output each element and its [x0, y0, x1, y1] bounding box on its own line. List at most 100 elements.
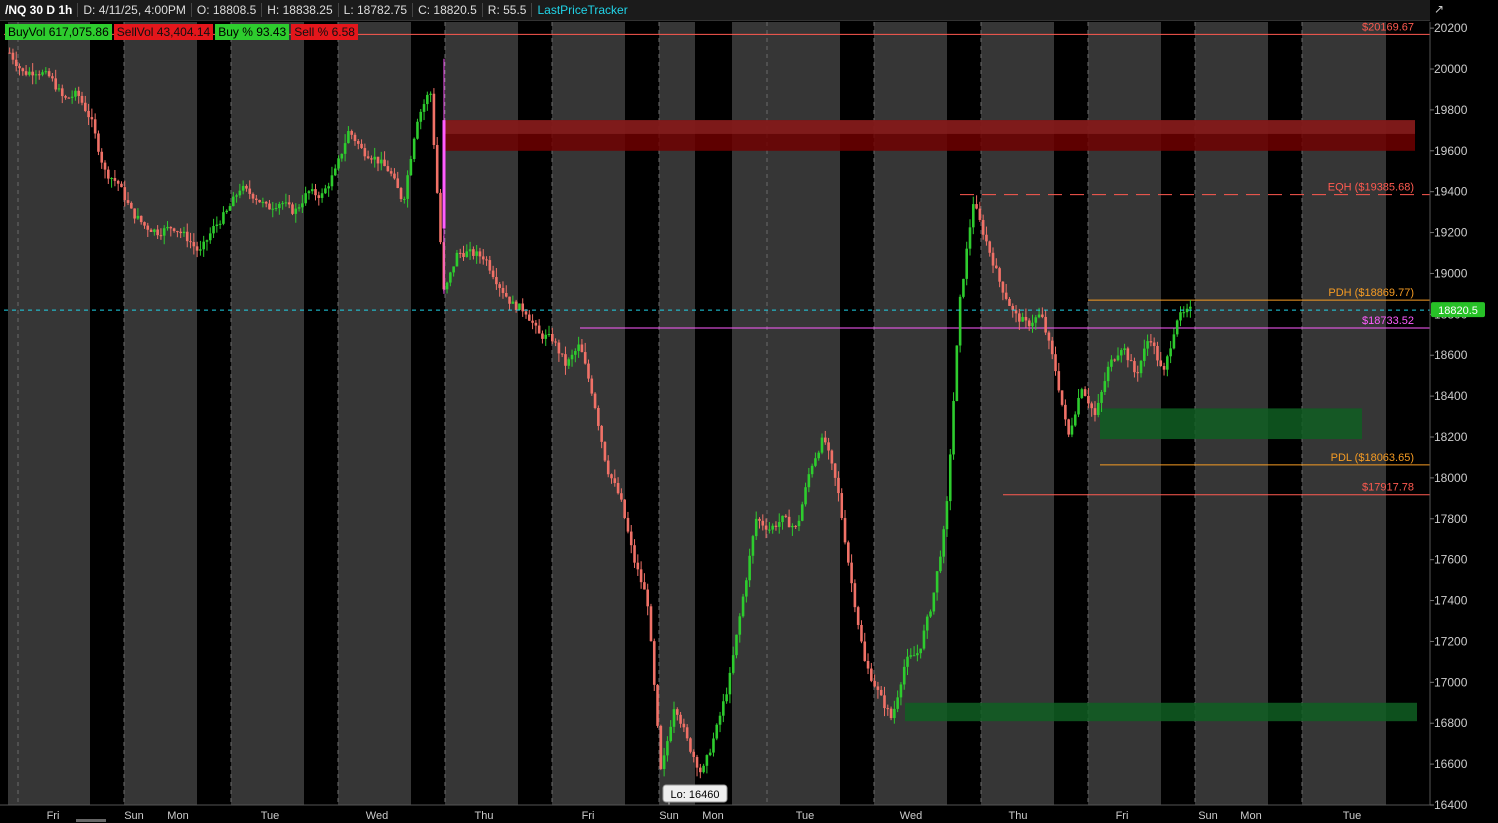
- candle-body: [603, 441, 607, 461]
- candle-body: [304, 193, 307, 204]
- candle-body: [301, 203, 304, 208]
- candle-body: [968, 227, 972, 249]
- candle-body: [389, 171, 393, 174]
- time-tick-label: Wed: [900, 810, 922, 822]
- session-band: [124, 22, 197, 805]
- candle-body: [406, 175, 409, 199]
- candle-body: [1110, 359, 1113, 367]
- candle-body: [501, 287, 505, 293]
- time-tick-label: Sun: [659, 810, 679, 822]
- candle-body: [876, 686, 880, 690]
- candle-body: [955, 345, 959, 401]
- candle-body: [1021, 316, 1024, 322]
- candle-body: [222, 212, 225, 224]
- study-label[interactable]: LastPriceTracker: [532, 3, 632, 17]
- candle-body: [514, 301, 518, 311]
- price-tick-label: 18200: [1434, 430, 1468, 444]
- candle-body: [745, 580, 748, 597]
- candle: [948, 448, 952, 511]
- candle-body: [110, 178, 113, 180]
- candle-body: [123, 187, 127, 201]
- candle-body: [74, 90, 77, 97]
- candle-body: [1034, 317, 1038, 323]
- level-eqh-label: EQH ($19385.68): [1328, 182, 1414, 194]
- candle-body: [383, 159, 386, 167]
- candle-body: [751, 536, 755, 556]
- candle-body: [735, 634, 738, 656]
- candle-body: [837, 477, 840, 494]
- candlestick-chart[interactable]: $20169.67 EQH ($19385.68) PDH ($18869.77) $…: [0, 0, 1498, 823]
- candle-body: [932, 592, 936, 612]
- price-tick-label: 18000: [1434, 471, 1468, 485]
- candle-body: [488, 260, 492, 271]
- candle-body: [14, 59, 18, 67]
- time-tick-label: Fri: [1116, 810, 1129, 822]
- candle-body: [80, 95, 84, 103]
- price-axis-bg: [1430, 0, 1498, 823]
- candle-body: [800, 504, 804, 521]
- candle-body: [962, 278, 965, 297]
- candle-body: [245, 185, 248, 189]
- supply-zone-top: [445, 120, 1415, 134]
- candle-body: [741, 596, 745, 617]
- candle-body: [28, 71, 31, 75]
- candle-body: [1064, 404, 1067, 420]
- candle-body: [199, 249, 202, 251]
- last-price-badge-label: 18820.5: [1438, 305, 1478, 317]
- symbol-label[interactable]: /NQ 30 D 1h: [0, 3, 79, 17]
- candle-body: [985, 234, 988, 242]
- candle: [932, 592, 936, 615]
- candle-body: [847, 542, 850, 563]
- price-tick-label: 17800: [1434, 512, 1468, 526]
- price-tick-label: 19400: [1434, 185, 1468, 199]
- candle-body: [662, 755, 666, 769]
- time-tick-label: Wed: [366, 810, 388, 822]
- candle-body: [1133, 361, 1136, 373]
- candle-body: [8, 52, 11, 54]
- candle-body: [764, 525, 768, 530]
- candle-body: [1077, 397, 1080, 415]
- candle-body: [623, 499, 626, 518]
- candle-body: [820, 437, 824, 453]
- candle-body: [600, 425, 603, 442]
- candle-body: [376, 156, 380, 164]
- candle-body: [1041, 314, 1044, 317]
- time-tick-label: Fri: [582, 810, 595, 822]
- candle-body: [77, 90, 81, 96]
- candle-body: [189, 241, 192, 243]
- candle-body: [1182, 312, 1186, 314]
- candle-body: [774, 525, 778, 527]
- candle-body: [909, 655, 913, 657]
- candle-body: [708, 752, 712, 756]
- candle-body: [587, 363, 590, 379]
- candle-body: [169, 226, 173, 229]
- candle-body: [787, 516, 791, 528]
- candle-body: [228, 206, 232, 211]
- candle-body: [886, 708, 890, 710]
- price-tick-label: 20200: [1434, 21, 1468, 35]
- volume-stats: BuyVol 617,075.86 SellVol 43,404.14 Buy …: [5, 24, 358, 40]
- candle-body: [274, 208, 278, 210]
- candle-body: [823, 437, 827, 443]
- candle-body: [166, 226, 169, 229]
- candle-body: [804, 487, 807, 505]
- candle-body: [570, 354, 574, 360]
- candle: [603, 441, 607, 463]
- candle-body: [445, 282, 449, 290]
- candle-body: [258, 199, 261, 203]
- candle-body: [524, 311, 528, 315]
- candle-body: [1139, 360, 1143, 374]
- candle-body: [356, 141, 360, 144]
- candle-body: [205, 240, 209, 242]
- candle-body: [485, 259, 488, 261]
- candle-body: [1024, 316, 1028, 321]
- candle-body: [659, 725, 663, 769]
- candle-body: [1113, 359, 1117, 361]
- candle: [847, 540, 850, 566]
- level-pdh-label: PDH ($18869.77): [1328, 287, 1414, 299]
- demand-zone-upper: [1100, 408, 1362, 440]
- candle-body: [1037, 314, 1041, 318]
- candle-body: [537, 325, 541, 334]
- candle-body: [777, 522, 781, 527]
- collapse-icon[interactable]: ↗: [1434, 2, 1448, 16]
